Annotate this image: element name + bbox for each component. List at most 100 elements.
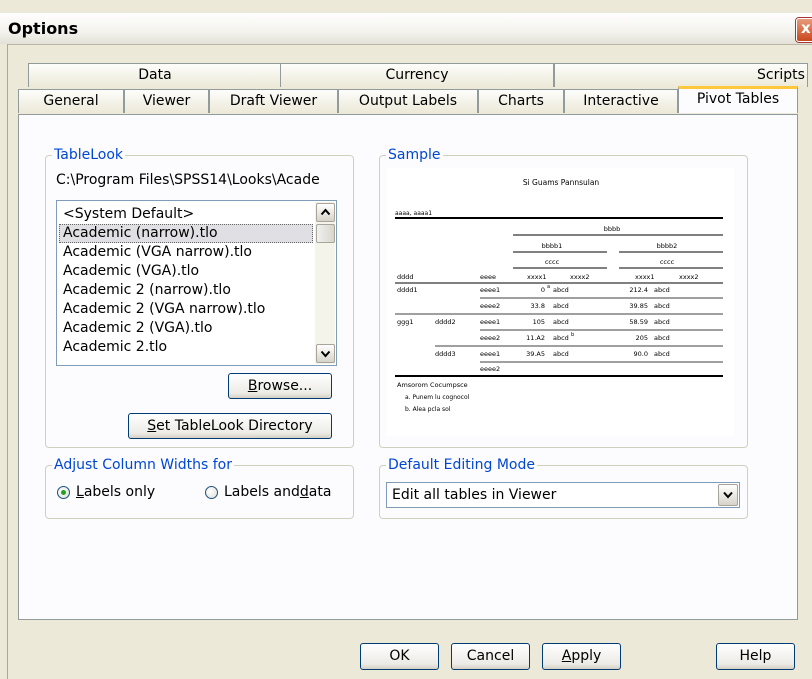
- sample-sup: b: [571, 332, 574, 338]
- close-button[interactable]: x: [796, 18, 812, 42]
- sample-col-xx2b: xxxx2: [679, 273, 699, 281]
- sample-footnote-title: Amsorom Cocumpsce: [397, 381, 468, 389]
- sample-cell: 0: [541, 286, 545, 294]
- tab-label: Data: [138, 67, 172, 83]
- sample-cell: 90.0: [634, 350, 648, 358]
- radio-checked-icon: [57, 485, 70, 499]
- set-tablelook-directory-button[interactable]: Set TableLook Directory: [128, 413, 332, 439]
- editing-mode-group-label: Default Editing Mode: [386, 456, 537, 474]
- list-item[interactable]: Academic (VGA narrow).tlo: [59, 243, 313, 262]
- tab-interactive[interactable]: Interactive: [564, 89, 678, 113]
- sample-cell: abcd: [553, 350, 569, 358]
- editing-mode-select[interactable]: Edit all tables in Viewer: [386, 482, 740, 508]
- browse-button[interactable]: Browse...: [228, 373, 332, 399]
- sample-cell: abcd: [654, 286, 670, 294]
- btn-label: pply: [571, 648, 602, 664]
- apply-button[interactable]: Apply: [542, 643, 621, 670]
- tab-data[interactable]: Data: [28, 63, 282, 87]
- column-widths-group-label: Adjust Column Widths for: [52, 456, 234, 474]
- sample-cell: abcd: [553, 302, 569, 310]
- tab-label: Viewer: [142, 93, 191, 109]
- tab-output-labels[interactable]: Output Labels: [338, 89, 478, 113]
- tab-label: Output Labels: [358, 93, 458, 109]
- list-item-selected[interactable]: Academic (narrow).tlo: [59, 224, 313, 243]
- sample-col-xx1a: xxxx1: [527, 273, 547, 281]
- ok-button[interactable]: OK: [360, 643, 439, 670]
- sample-cell: abcd: [553, 318, 569, 326]
- sample-cell: 11.A2: [526, 334, 545, 342]
- sample-cell: 205: [636, 334, 648, 342]
- sample-cell: 58.59: [629, 318, 648, 326]
- sample-cell: abcd: [654, 318, 670, 326]
- listbox-scrollbar[interactable]: [315, 202, 335, 364]
- sample-cell: 39.A5: [526, 350, 545, 358]
- tab-draft-viewer[interactable]: Draft Viewer: [209, 89, 338, 113]
- radio-label-pre: Labels and: [224, 484, 300, 500]
- sample-hdr-bbbb: bbbb: [604, 225, 621, 233]
- tab-pivot-tables[interactable]: Pivot Tables: [678, 86, 798, 113]
- list-item[interactable]: Academic 2 (narrow).tlo: [59, 281, 313, 300]
- tab-charts[interactable]: Charts: [478, 89, 564, 113]
- scroll-thumb[interactable]: [316, 224, 335, 243]
- sample-footnote-b: b. Alea pcla sol: [405, 406, 451, 413]
- btn-label: Help: [739, 648, 772, 664]
- chevron-down-icon: [320, 350, 331, 358]
- sample-cell: eeee2: [480, 365, 500, 373]
- labels-only-radio[interactable]: Labels only: [57, 484, 155, 500]
- sample-cell: eeee2: [480, 334, 500, 342]
- tab-viewer[interactable]: Viewer: [124, 89, 209, 113]
- scroll-up-button[interactable]: [316, 203, 335, 222]
- title-bar: Options x: [0, 13, 812, 45]
- tab-general[interactable]: General: [18, 89, 124, 113]
- cancel-button[interactable]: Cancel: [451, 643, 530, 670]
- sample-cell: 39.85: [629, 302, 648, 310]
- sample-footnote-a: a. Punem lu cognocol: [405, 394, 470, 401]
- editing-mode-value: Edit all tables in Viewer: [392, 487, 557, 503]
- window-left-border: [0, 44, 8, 679]
- btn-label-post: et TableLook Directory: [156, 418, 313, 434]
- tablelook-listbox[interactable]: <System Default> Academic (narrow).tlo A…: [56, 200, 337, 366]
- sample-hdr-cccc1: cccc: [545, 258, 560, 266]
- tab-scripts[interactable]: Scripts: [554, 63, 808, 87]
- list-item[interactable]: Academic 2 (VGA narrow).tlo: [59, 300, 313, 319]
- list-item[interactable]: Academic 2.tlo: [59, 338, 313, 357]
- window-title: Options: [8, 19, 79, 38]
- chevron-up-icon: [320, 208, 331, 216]
- btn-mnemonic: A: [561, 648, 572, 664]
- sample-col-eeee: eeee: [480, 273, 496, 281]
- radio-unchecked-icon: [205, 485, 218, 499]
- scroll-down-button[interactable]: [316, 344, 335, 363]
- help-button[interactable]: Help: [716, 643, 795, 670]
- list-item[interactable]: <System Default>: [59, 205, 313, 224]
- sample-cell: eeee1: [480, 318, 500, 326]
- labels-and-data-radio[interactable]: Labels and d ata: [205, 484, 331, 500]
- sample-cell: abcd: [654, 350, 670, 358]
- sample-cell: abcd: [553, 286, 569, 294]
- sample-cell: dddd1: [397, 286, 418, 294]
- btn-mnemonic: S: [147, 418, 157, 434]
- sample-cell: eeee1: [480, 350, 500, 358]
- sample-col-dddd: dddd: [397, 273, 414, 281]
- sample-cell: abcd: [553, 334, 569, 342]
- sample-cell: 33.8: [531, 302, 545, 310]
- tablelook-group-label: TableLook: [52, 146, 125, 164]
- sample-hdr-bbbb2: bbbb2: [657, 242, 678, 250]
- dropdown-button[interactable]: [718, 484, 738, 506]
- sample-preview: Si Guams Pannsulan aaaa, aaaa1 bbbb bbbb…: [387, 168, 734, 436]
- tab-currency[interactable]: Currency: [280, 63, 554, 87]
- close-icon: x: [801, 19, 811, 37]
- btn-label-post: rowse...: [257, 378, 313, 394]
- sample-group-label: Sample: [386, 146, 443, 164]
- sample-cell: 105: [533, 318, 545, 326]
- sample-hdr-bbbb1: bbbb1: [542, 242, 563, 250]
- list-item[interactable]: Academic (VGA).tlo: [59, 262, 313, 281]
- tablelook-path: C:\Program Files\SPSS14\Looks\Acade: [56, 172, 320, 188]
- tab-label: Currency: [385, 67, 449, 83]
- btn-mnemonic: B: [247, 378, 258, 394]
- sample-corner: aaaa, aaaa1: [395, 210, 432, 217]
- radio-mnemonic: L: [76, 484, 84, 500]
- chevron-down-icon: [723, 491, 733, 499]
- list-item[interactable]: Academic 2 (VGA).tlo: [59, 319, 313, 338]
- options-dialog: Options x Data Currency Scripts General …: [0, 0, 812, 679]
- tab-label: Pivot Tables: [696, 91, 780, 107]
